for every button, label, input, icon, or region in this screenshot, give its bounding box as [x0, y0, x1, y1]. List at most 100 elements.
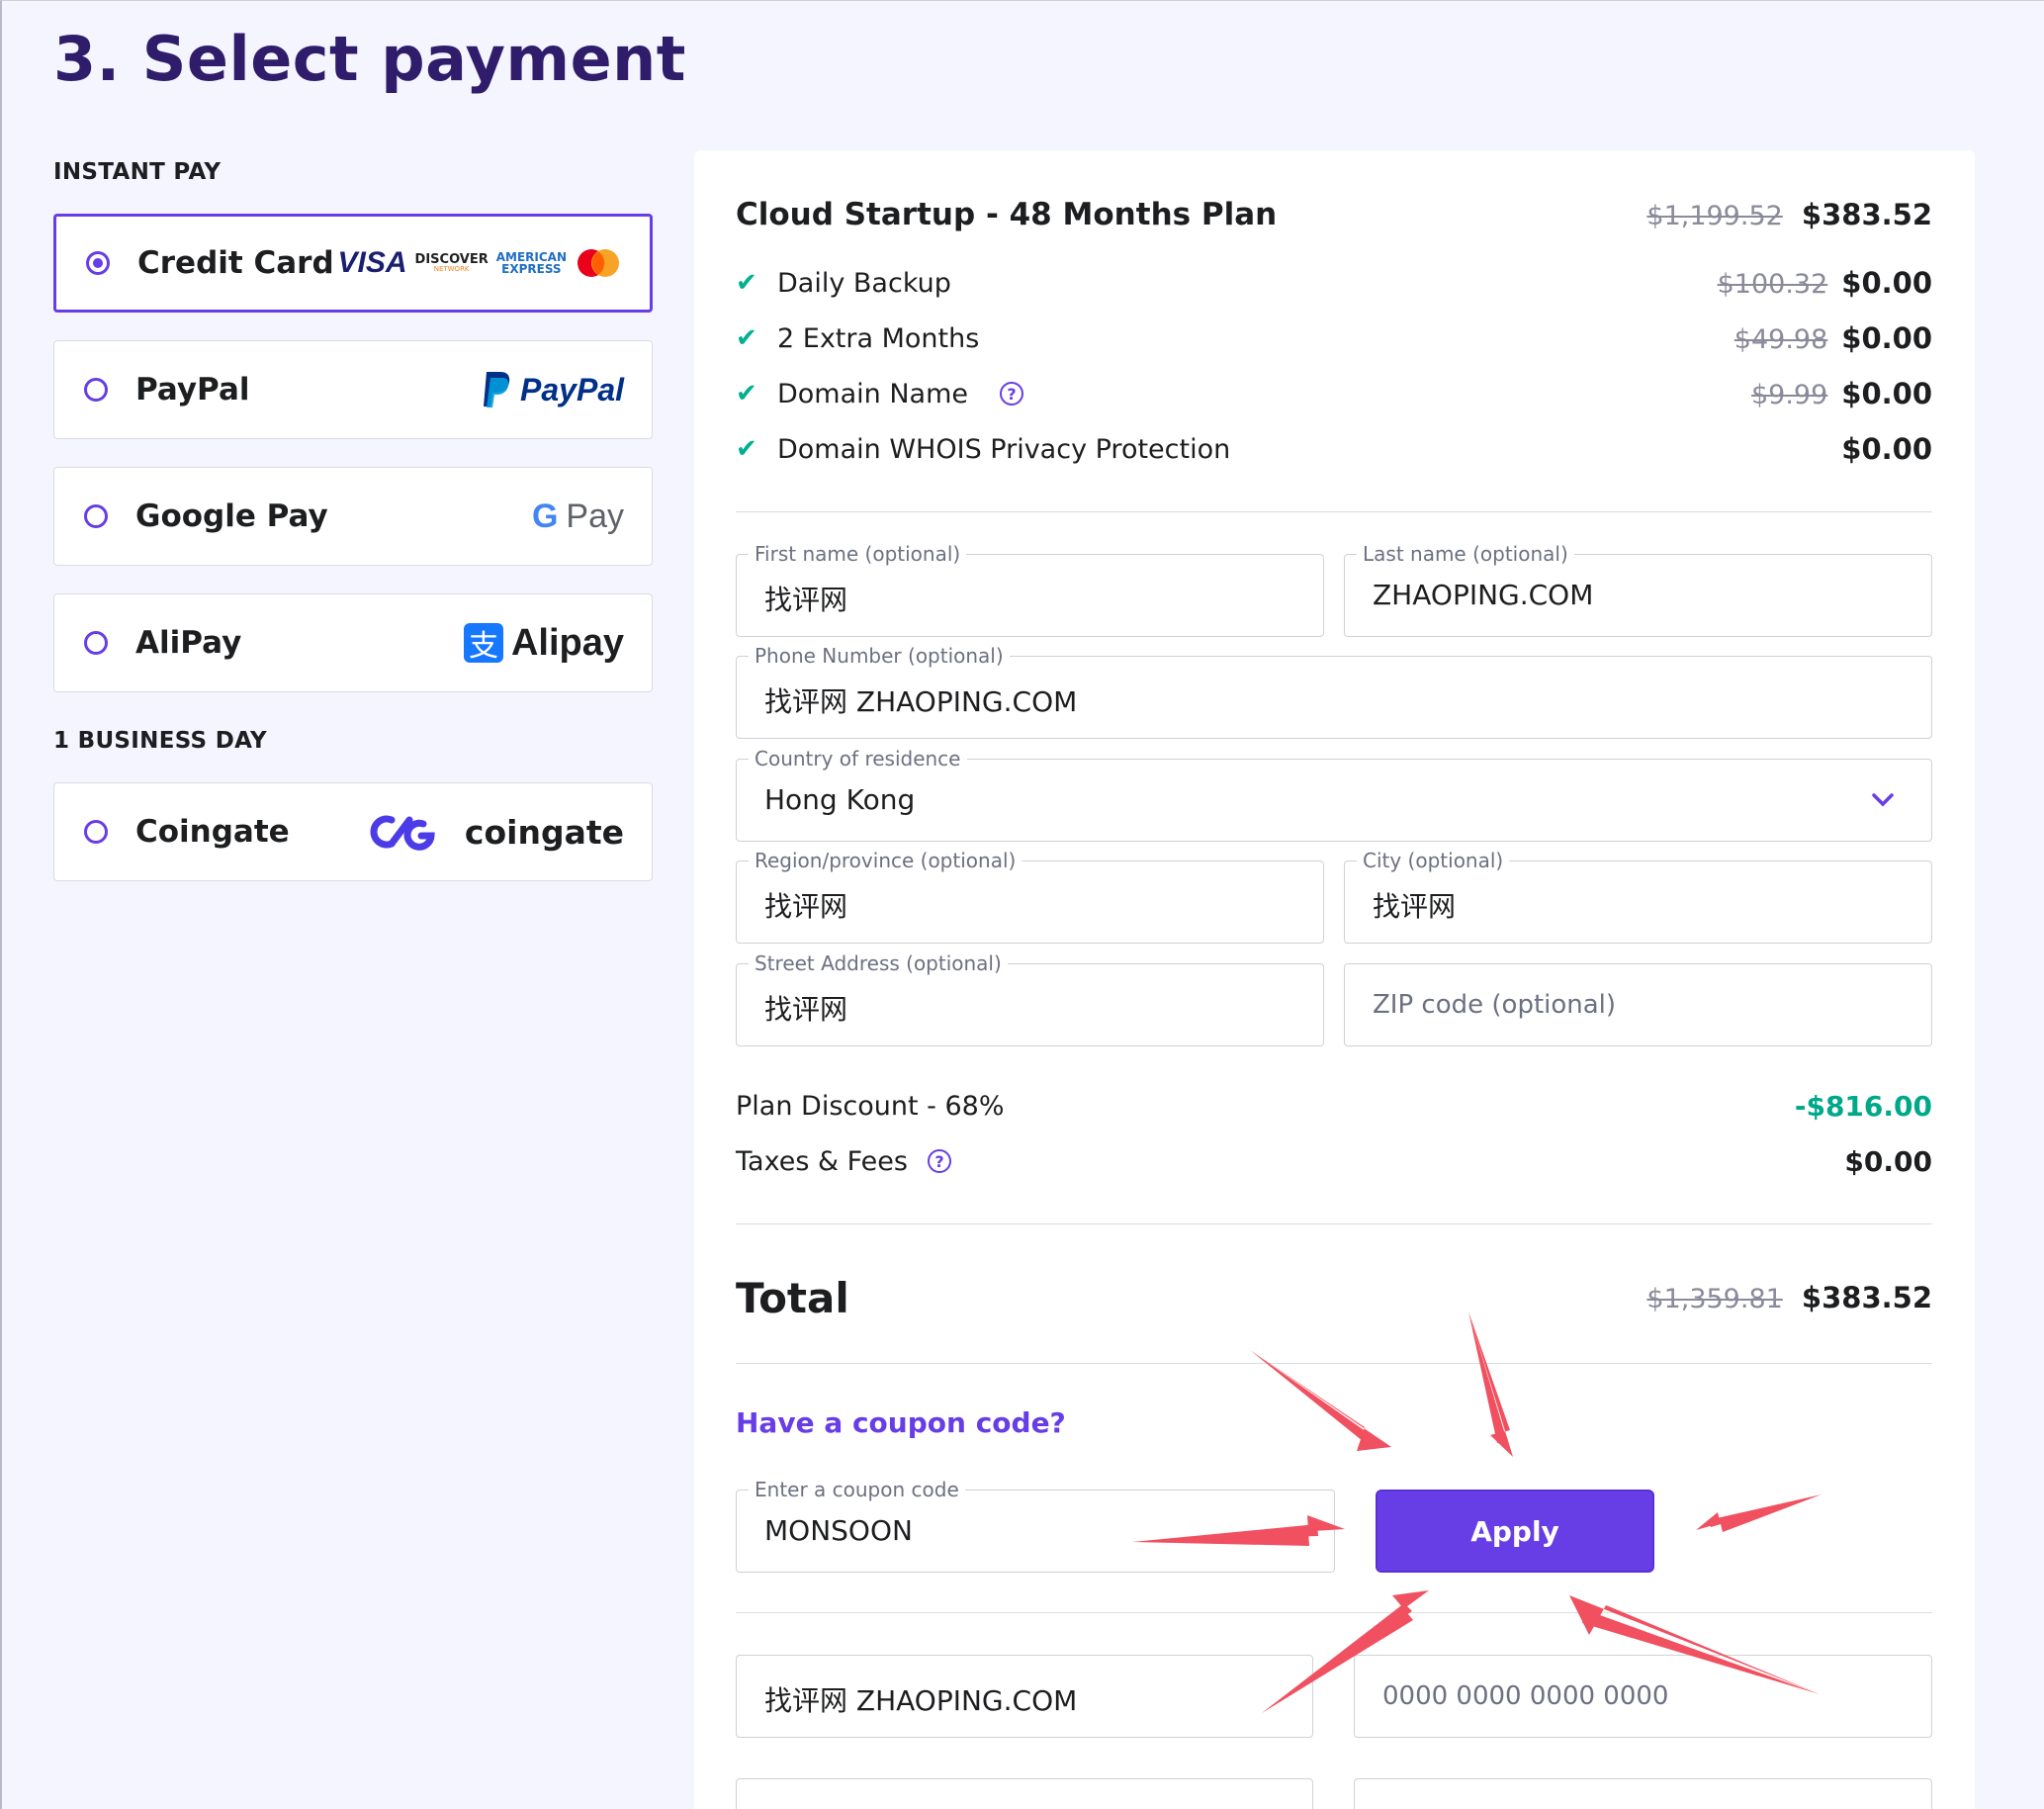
discount-row: Plan Discount - 68% -$816.00: [736, 1084, 1932, 1128]
first-name-label: First name (optional): [749, 542, 967, 566]
coupon-input[interactable]: Enter a coupon code MONSOON: [736, 1478, 1335, 1573]
coingate-icon: [370, 815, 435, 851]
feature-label: Domain WHOIS Privacy Protection: [777, 433, 1231, 465]
feature-price-group: $9.99 $0.00: [1751, 377, 1932, 410]
feature-row: ✔ Domain WHOIS Privacy Protection $0.00: [736, 429, 1932, 469]
instant-pay-label: INSTANT PAY: [53, 159, 222, 185]
region-label: Region/province (optional): [749, 849, 1022, 872]
taxes-label: Taxes & Fees: [736, 1145, 908, 1177]
feature-label: Domain Name: [777, 378, 969, 409]
taxes-row: Taxes & Fees? $0.00: [736, 1139, 1932, 1183]
feature-left: ✔ Domain Name?: [736, 378, 1024, 409]
phone-label: Phone Number (optional): [749, 644, 1010, 668]
page-title: 3. Select payment: [53, 23, 686, 95]
google-g-icon: G: [531, 497, 559, 535]
payment-option-credit-card[interactable]: Credit Card VISA DISCOVER NETWORK AMERIC…: [53, 214, 653, 313]
region-field[interactable]: Region/province (optional) 找评网: [736, 849, 1324, 944]
phone-field[interactable]: Phone Number (optional) 找评网 ZHAOPING.COM: [736, 644, 1932, 739]
feature-old-price: $100.32: [1717, 269, 1828, 300]
payment-option-paypal[interactable]: PayPal PayPal: [53, 340, 653, 439]
discover-logo: DISCOVER NETWORK: [415, 253, 489, 273]
help-icon[interactable]: ?: [927, 1149, 951, 1173]
coingate-logo: coingate: [368, 812, 624, 852]
payment-option-coingate[interactable]: Coingate coingate: [53, 782, 653, 881]
card-number-field[interactable]: 0000 0000 0000 0000: [1354, 1655, 1932, 1738]
payment-option-label: PayPal: [135, 372, 250, 407]
payment-option-label: AliPay: [135, 625, 242, 661]
city-value: 找评网: [1373, 890, 1457, 923]
payment-option-label: Coingate: [135, 814, 290, 850]
feature-label: 2 Extra Months: [777, 322, 980, 354]
street-address-field[interactable]: Street Address (optional) 找评网: [736, 951, 1324, 1046]
last-name-field[interactable]: Last name (optional) ZHAOPING.COM: [1344, 542, 1932, 637]
last-name-value: ZHAOPING.COM: [1373, 579, 1594, 611]
alipay-wordmark: Alipay: [510, 621, 624, 664]
payment-option-label: Credit Card: [137, 245, 334, 281]
amex-logo-line-2: EXPRESS: [501, 262, 562, 276]
feature-price: $0.00: [1841, 266, 1932, 300]
page: 3. Select payment INSTANT PAY Credit Car…: [0, 0, 2044, 1809]
total-price: $383.52: [1801, 1281, 1932, 1314]
alipay-logo: 支 Alipay: [463, 621, 624, 665]
paypal-logo: PayPal: [479, 370, 624, 409]
feature-price-group: $0.00: [1841, 432, 1932, 466]
plan-price: $383.52: [1801, 198, 1932, 231]
paypal-wordmark: PayPal: [520, 371, 624, 407]
feature-old-price: $49.98: [1733, 324, 1828, 355]
city-label: City (optional): [1357, 849, 1510, 872]
radio-credit-card[interactable]: [86, 251, 110, 275]
chevron-down-icon[interactable]: [1872, 781, 1894, 814]
business-day-label: 1 BUSINESS DAY: [53, 728, 267, 754]
check-icon: ✔: [736, 379, 757, 408]
street-value: 找评网: [764, 993, 848, 1026]
taxes-label-group: Taxes & Fees?: [736, 1146, 951, 1177]
coupon-value: MONSOON: [764, 1514, 913, 1547]
cardholder-name-field[interactable]: 找评网 ZHAOPING.COM: [736, 1655, 1313, 1738]
discover-logo-subtext: NETWORK: [433, 265, 470, 273]
radio-alipay[interactable]: [84, 631, 108, 655]
country-value: Hong Kong: [764, 783, 916, 816]
feature-price: $0.00: [1841, 377, 1932, 410]
feature-price-group: $100.32 $0.00: [1718, 266, 1932, 300]
total-label: Total: [736, 1273, 849, 1322]
plan-old-price: $1,199.52: [1646, 201, 1783, 231]
feature-left: ✔ 2 Extra Months: [736, 323, 979, 354]
paypal-icon: [484, 372, 510, 407]
cvc-field[interactable]: [1354, 1778, 1932, 1809]
card-brand-logos: VISA DISCOVER NETWORK AMERICAN EXPRESS: [338, 246, 623, 280]
discount-value: -$816.00: [1794, 1089, 1932, 1123]
radio-paypal[interactable]: [84, 378, 108, 402]
region-value: 找评网: [764, 890, 848, 923]
city-field[interactable]: City (optional) 找评网: [1344, 849, 1932, 944]
help-icon[interactable]: ?: [1000, 382, 1024, 406]
plan-row: Cloud Startup - 48 Months Plan $1,199.52…: [736, 195, 1932, 234]
feature-list: ✔ Daily Backup $100.32 $0.00 ✔ 2 Extra Mont…: [736, 263, 1932, 469]
feature-row: ✔ Daily Backup $100.32 $0.00: [736, 263, 1932, 303]
feature-left: ✔ Domain WHOIS Privacy Protection: [736, 434, 1230, 465]
visa-logo: VISA: [337, 246, 407, 279]
feature-row: ✔ Domain Name? $9.99 $0.00: [736, 374, 1932, 413]
feature-old-price: $9.99: [1750, 380, 1828, 410]
divider: [736, 1223, 1932, 1224]
payment-option-google-pay[interactable]: Google Pay G Pay: [53, 467, 653, 566]
first-name-value: 找评网: [764, 584, 848, 616]
country-label: Country of residence: [749, 747, 967, 770]
taxes-value: $0.00: [1844, 1144, 1932, 1178]
radio-google-pay[interactable]: [84, 504, 108, 528]
first-name-field[interactable]: First name (optional) 找评网: [736, 542, 1324, 637]
radio-coingate[interactable]: [84, 820, 108, 844]
total-old-price: $1,359.81: [1646, 1284, 1783, 1314]
coupon-label: Enter a coupon code: [749, 1478, 965, 1501]
cardholder-name-value: 找评网 ZHAOPING.COM: [764, 1684, 1078, 1717]
last-name-label: Last name (optional): [1357, 542, 1574, 566]
order-summary-panel: Cloud Startup - 48 Months Plan $1,199.52…: [694, 150, 1975, 1809]
google-pay-logo: G Pay: [532, 497, 624, 536]
apply-coupon-button[interactable]: Apply: [1376, 1490, 1654, 1573]
coupon-link[interactable]: Have a coupon code?: [736, 1406, 1932, 1439]
payment-option-alipay[interactable]: AliPay 支 Alipay: [53, 593, 653, 692]
expiry-field[interactable]: [736, 1778, 1313, 1809]
check-icon: ✔: [736, 323, 757, 353]
zip-field[interactable]: ZIP code (optional): [1344, 963, 1932, 1046]
country-select[interactable]: Country of residence Hong Kong: [736, 747, 1932, 842]
amex-logo: AMERICAN EXPRESS: [496, 251, 567, 275]
